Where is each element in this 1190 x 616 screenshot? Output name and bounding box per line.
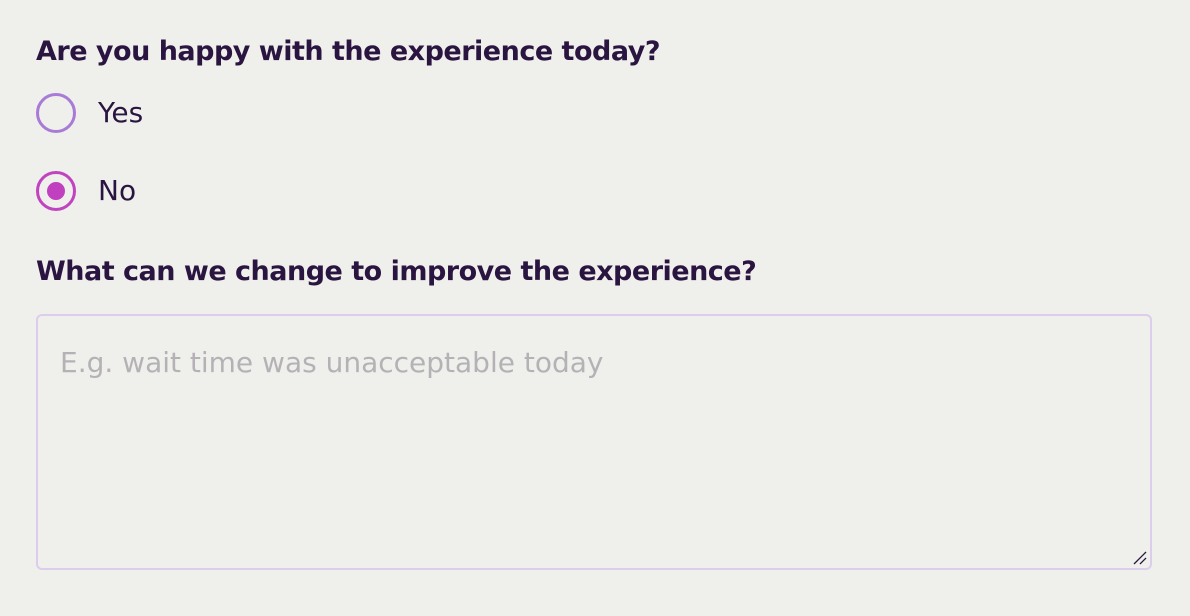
option-no[interactable]: No xyxy=(36,171,136,211)
option-no-label[interactable]: No xyxy=(98,177,136,205)
option-yes[interactable]: Yes xyxy=(36,93,143,133)
radio-selected-dot xyxy=(47,182,65,200)
improvement-textarea[interactable] xyxy=(38,316,1150,568)
improvement-textarea-container xyxy=(36,314,1152,570)
option-yes-label[interactable]: Yes xyxy=(98,99,143,127)
improvement-question-label: What can we change to improve the experi… xyxy=(36,256,757,287)
resize-handle-icon[interactable] xyxy=(1132,550,1148,566)
happiness-question-label: Are you happy with the experience today? xyxy=(36,36,660,67)
no-radio-button[interactable] xyxy=(36,171,76,211)
yes-radio-button[interactable] xyxy=(36,93,76,133)
